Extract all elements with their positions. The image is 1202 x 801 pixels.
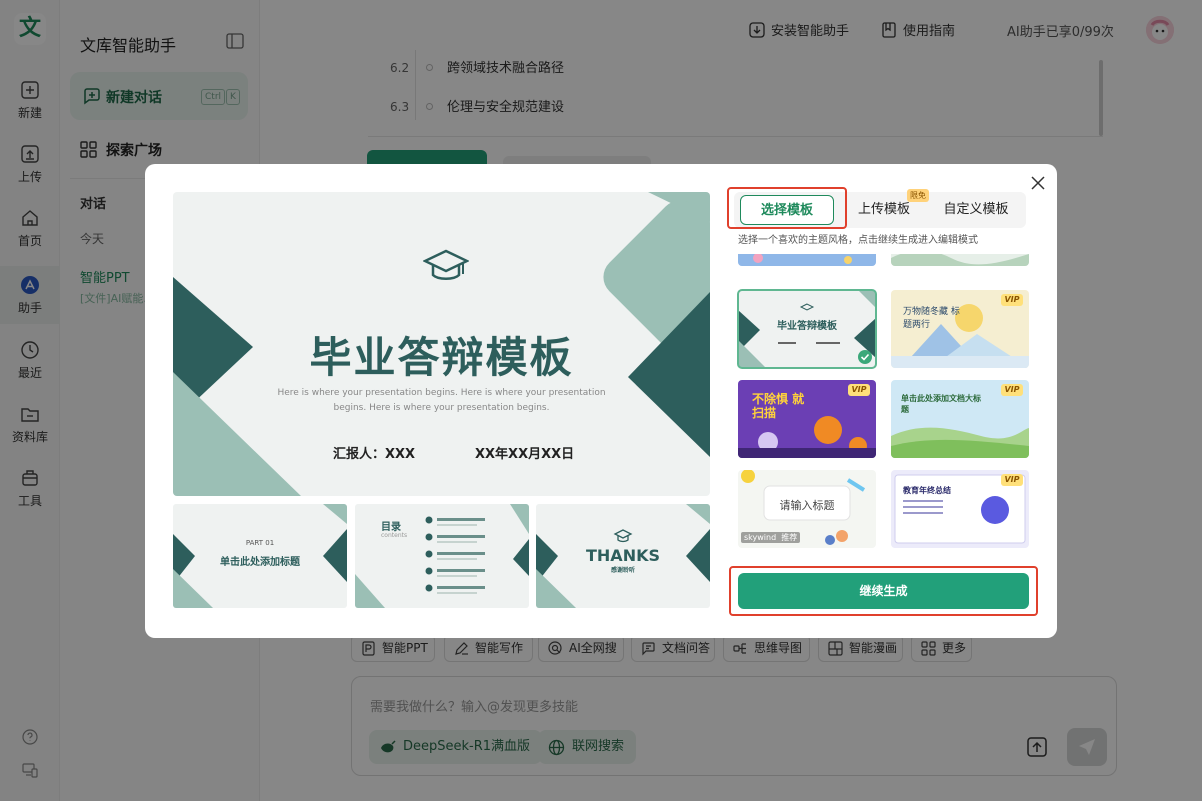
- graduation-cap-icon: [423, 249, 469, 280]
- preview-description: Here is where your presentation begins. …: [277, 388, 606, 413]
- free-badge: 限免: [907, 189, 929, 202]
- highlight-box: [729, 566, 1038, 616]
- tab-custom-template[interactable]: 自定义模板: [930, 195, 1022, 225]
- card-art: [891, 254, 1029, 266]
- tab-upload-template[interactable]: 上传模板 限免: [840, 189, 929, 225]
- thumb-thanks: THANKS: [586, 546, 660, 565]
- card-watermark: skywind 推荐: [741, 532, 801, 543]
- template-card[interactable]: 不除惧 就扫描 VIP: [738, 380, 876, 458]
- card-title: 万物随冬藏 标题两行: [903, 307, 960, 330]
- close-icon[interactable]: [1030, 175, 1046, 191]
- slide-thumbnail[interactable]: THANKS 感谢聆听: [536, 504, 710, 608]
- template-card-selected[interactable]: 毕业答辩模板: [737, 289, 877, 369]
- card-title: 教育年终总结: [903, 486, 951, 495]
- template-preview: 毕业答辩模板 Here is where your presentation b…: [173, 192, 710, 496]
- template-hint: 选择一个喜欢的主题风格，点击继续生成进入编辑模式: [738, 235, 978, 246]
- card-title: 不除惧 就扫描: [752, 392, 805, 420]
- card-title: 单击此处添加文档大标题: [901, 394, 981, 414]
- template-card[interactable]: [891, 254, 1029, 266]
- selected-check-icon: [858, 350, 872, 364]
- thumb-thanks-sub: 感谢聆听: [610, 567, 635, 574]
- slide-thumbnail[interactable]: PART 01 单击此处添加标题: [173, 504, 347, 608]
- tab-upload-label: 上传模板: [857, 202, 910, 217]
- template-grid: 毕业答辩模板 万物随冬藏 标题两行 VIP 不除惧 就扫描 VIP 单击此处添加…: [734, 254, 1031, 550]
- template-card[interactable]: [738, 254, 876, 266]
- preview-date: XX年XX月XX日: [475, 447, 575, 462]
- thumb-part: PART 01: [245, 539, 275, 547]
- template-card[interactable]: 万物随冬藏 标题两行 VIP: [891, 290, 1029, 368]
- preview-reporter: 汇报人：XXX: [333, 447, 416, 462]
- vip-badge: VIP: [1001, 384, 1023, 396]
- vip-badge: VIP: [1001, 474, 1023, 486]
- thumb-title: 单击此处添加标题: [220, 557, 300, 568]
- template-card[interactable]: 请输入标题 skywind 推荐: [738, 470, 876, 548]
- highlight-box: [727, 187, 847, 229]
- template-modal: 毕业答辩模板 Here is where your presentation b…: [145, 164, 1057, 638]
- template-card[interactable]: 单击此处添加文档大标题 VIP: [891, 380, 1029, 458]
- preview-title: 毕业答辩模板: [309, 333, 574, 382]
- vip-badge: VIP: [1001, 294, 1023, 306]
- thumb-toc-title: 目录: [381, 522, 401, 533]
- card-title: 请输入标题: [779, 499, 835, 512]
- slide-thumbnail[interactable]: 目录 contents: [355, 504, 529, 608]
- thumb-toc-sub: contents: [381, 532, 408, 539]
- vip-badge: VIP: [848, 384, 870, 396]
- card-art: [738, 254, 876, 266]
- template-card[interactable]: 教育年终总结 VIP: [891, 470, 1029, 548]
- card-title: 毕业答辩模板: [777, 321, 837, 332]
